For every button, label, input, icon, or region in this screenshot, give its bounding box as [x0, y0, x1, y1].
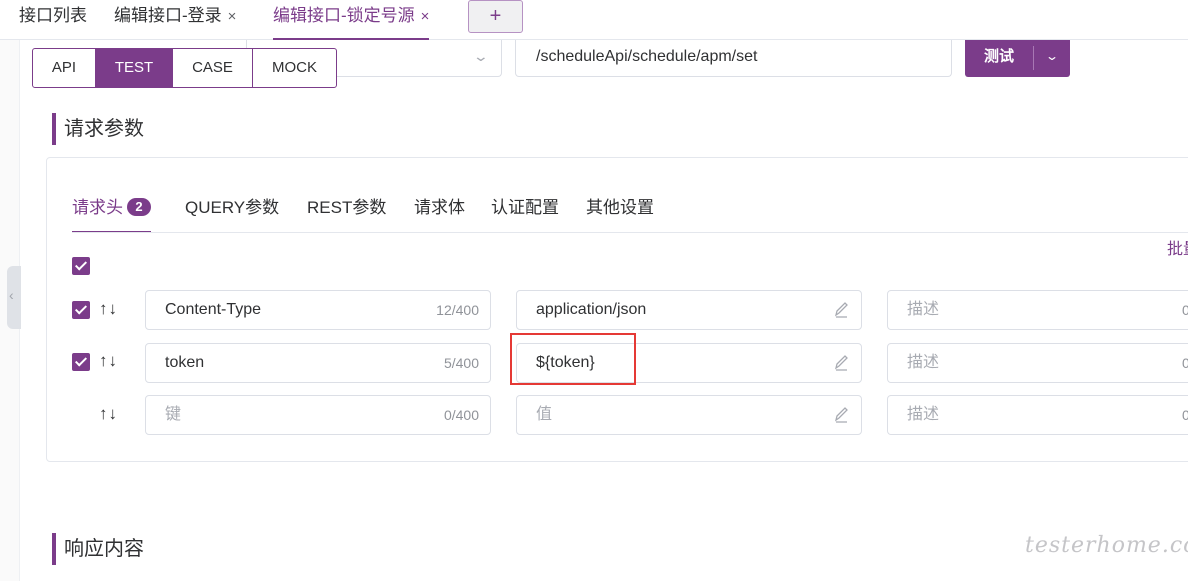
close-icon[interactable]: × [421, 8, 430, 25]
tab-label: 请求头 [72, 198, 123, 217]
char-count: 0/400 [443, 407, 479, 423]
count-badge: 2 [127, 198, 151, 216]
tab-label: 编辑接口-登录 [114, 6, 222, 25]
value-placeholder: 值 [536, 406, 553, 423]
tab-other-settings[interactable]: 其他设置 [586, 193, 654, 233]
chevron-down-icon[interactable]: ⌄ [1027, 40, 1077, 73]
header-value-input[interactable]: 值 [516, 395, 862, 435]
sort-arrows-icon[interactable]: ↑↓ [99, 299, 118, 319]
batch-edit-link[interactable]: 批量 [1167, 235, 1188, 259]
header-desc-input[interactable]: 描述 0 [887, 343, 1188, 383]
sidebar-collapse-handle[interactable]: ‹ [7, 266, 21, 329]
url-input[interactable]: /scheduleApi/schedule/apm/set [515, 40, 952, 77]
pencil-icon[interactable] [833, 405, 849, 425]
mode-mock-button[interactable]: MOCK [253, 49, 336, 87]
tab-api-list[interactable]: 接口列表 [19, 0, 87, 40]
response-heading: 响应内容 [52, 533, 144, 565]
char-count: 0 [1182, 407, 1188, 423]
test-button-label: 测试 [983, 48, 1014, 65]
header-desc-input[interactable]: 描述 0 [887, 290, 1188, 330]
row-checkbox[interactable] [72, 353, 90, 371]
sort-arrows-icon[interactable]: ↑↓ [99, 351, 118, 371]
tab-auth-config[interactable]: 认证配置 [491, 193, 559, 233]
tab-headers[interactable]: 请求头 2 [72, 193, 151, 233]
row-checkbox[interactable] [72, 301, 90, 319]
tab-rest-params[interactable]: REST参数 [307, 193, 386, 233]
desc-placeholder: 描述 [907, 406, 940, 423]
request-params-heading: 请求参数 [52, 113, 144, 145]
pencil-icon[interactable] [833, 353, 849, 373]
header-value-input[interactable]: application/json [516, 290, 862, 330]
tabs-divider [72, 232, 1188, 233]
tab-edit-lock-source[interactable]: 编辑接口-锁定号源 × [273, 0, 430, 40]
char-count: 12/400 [436, 302, 479, 318]
key-placeholder: 键 [165, 406, 182, 423]
plus-icon: + [489, 5, 502, 27]
sort-arrows-icon[interactable]: ↑↓ [99, 404, 118, 424]
header-key-input[interactable]: token 5/400 [145, 343, 491, 383]
test-button[interactable]: 测试 ⌄ [965, 40, 1070, 77]
mode-test-button[interactable]: TEST [96, 49, 173, 87]
tab-query-params[interactable]: QUERY参数 [185, 193, 279, 233]
tab-label: 编辑接口-锁定号源 [273, 6, 415, 25]
chevron-down-icon: ⌄ [472, 48, 490, 64]
chevron-left-icon: ‹ [9, 287, 14, 303]
tab-label: 接口列表 [19, 6, 87, 25]
char-count: 0 [1182, 355, 1188, 371]
close-icon[interactable]: × [228, 8, 237, 25]
desc-placeholder: 描述 [907, 354, 940, 371]
header-desc-input[interactable]: 描述 0 [887, 395, 1188, 435]
desc-placeholder: 描述 [907, 301, 940, 318]
mode-switch: API TEST CASE MOCK [32, 48, 337, 88]
key-value: token [165, 354, 205, 371]
tab-edit-login[interactable]: 编辑接口-登录 × [114, 0, 236, 40]
mode-api-button[interactable]: API [33, 49, 96, 87]
watermark: testerhome.com [1025, 533, 1188, 558]
char-count: 5/400 [443, 355, 479, 371]
pencil-icon[interactable] [833, 300, 849, 320]
header-key-input[interactable]: 键 0/400 [145, 395, 491, 435]
key-value: Content-Type [165, 301, 262, 318]
add-tab-button[interactable]: + [468, 0, 523, 33]
url-value: /scheduleApi/schedule/apm/set [536, 48, 758, 65]
header-key-input[interactable]: Content-Type 12/400 [145, 290, 491, 330]
value-text: application/json [536, 301, 647, 318]
char-count: 0 [1182, 302, 1188, 318]
select-all-checkbox[interactable] [72, 257, 90, 275]
annotation-highlight-box [510, 333, 636, 385]
mode-case-button[interactable]: CASE [173, 49, 253, 87]
tab-bar: 接口列表 编辑接口-登录 × 编辑接口-锁定号源 × + [0, 0, 1188, 40]
tab-request-body[interactable]: 请求体 [414, 193, 465, 233]
